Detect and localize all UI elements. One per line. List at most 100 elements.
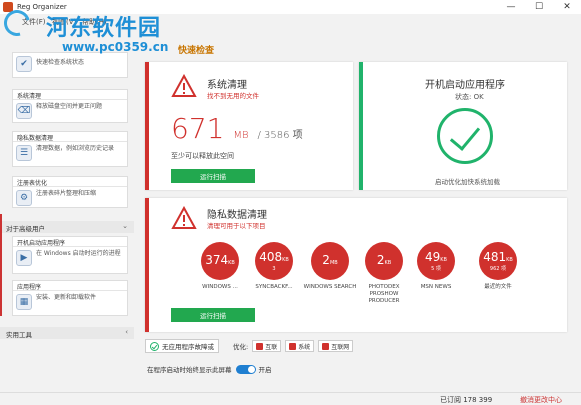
- startup-title: 开机启动应用程序: [425, 80, 505, 91]
- privacy-item-bubble[interactable]: 2MB: [311, 242, 349, 280]
- privacy-item-label: WINDOWS SEARCH: [303, 284, 357, 290]
- card-accent: [145, 198, 149, 332]
- app-status-text: 无应用程序故障或: [162, 343, 214, 351]
- warning-icon: [171, 74, 197, 97]
- show-on-start-toggle[interactable]: [235, 364, 256, 374]
- optimize-chip-connect[interactable]: 互联: [252, 340, 282, 352]
- privacy-item-label: PHOTODEX PROSHOW PRODUCER: [368, 284, 400, 304]
- sidebar-item-startup-apps[interactable]: 开机启动应用程序 ▶ 在 Windows 启动时运行的进程: [12, 236, 128, 274]
- chevron-left-icon: ‹: [125, 328, 128, 336]
- optimize-label: 优化:: [233, 343, 249, 351]
- chip-label: 互联网: [331, 343, 350, 351]
- privacy-item-label: SYNCBACKF...: [255, 284, 293, 290]
- privacy-item-bubble[interactable]: 408KB 3: [255, 242, 293, 280]
- quick-check-icon: ✔: [16, 56, 32, 72]
- sidebar: ✔ 快速检查系统状态 系统清理 ⌫ 释放磁盘空间并更正问题 隐私数据清理 ☰ 清…: [0, 46, 134, 350]
- group-tools[interactable]: 实用工具 ‹: [0, 327, 134, 339]
- undo-center-link[interactable]: 撤消更改中心: [520, 395, 562, 405]
- system-clean-card[interactable]: 系统清理 找不到无用的文件 671 MB / 3586 项 至少可以释放此空间 …: [145, 62, 353, 190]
- system-icon: [289, 342, 297, 350]
- watermark-url: www.pc0359.cn: [62, 40, 169, 54]
- bubble-unit: MB: [329, 259, 338, 266]
- bubble-unit: KB: [440, 256, 447, 263]
- size-value: 671: [171, 112, 225, 145]
- close-button[interactable]: ✕: [553, 0, 581, 14]
- registered-count: 已订阅 178 399: [440, 396, 493, 404]
- sidebar-item-privacy[interactable]: 隐私数据清理 ☰ 清理数据，例如浏览历史记录: [12, 131, 128, 167]
- privacy-item-bubble[interactable]: 2KB: [365, 242, 403, 280]
- privacy-item-bubble[interactable]: 374KB: [201, 242, 239, 280]
- startup-icon: ▶: [16, 250, 32, 266]
- bubble-unit: KB: [506, 256, 513, 263]
- system-clean-subtitle: 找不到无用的文件: [207, 92, 259, 100]
- sidebar-item-quick-check[interactable]: ✔ 快速检查系统状态: [12, 52, 128, 78]
- card-accent: [145, 62, 149, 190]
- check-icon: [150, 341, 159, 351]
- sidebar-item-heading: 系统清理: [13, 90, 127, 100]
- privacy-item-label: 最近的文件: [484, 284, 512, 290]
- bubble-sub: 3: [272, 265, 276, 272]
- sidebar-item-label: 释放磁盘空间并更正问题: [36, 103, 103, 110]
- toggle-state: 开启: [258, 366, 272, 374]
- startup-apps-card[interactable]: 开机启动应用程序 状态: OK 启动优化加快系统加载: [359, 62, 567, 190]
- sidebar-item-applications[interactable]: 应用程序 ▦ 安装、更新和卸载软件: [12, 280, 128, 316]
- sidebar-item-heading: 开机启动应用程序: [13, 237, 127, 247]
- privacy-title: 隐私数据清理: [207, 210, 267, 221]
- window-controls: — ☐ ✕: [497, 0, 581, 14]
- warning-icon: [171, 206, 197, 229]
- registry-icon: ⚙: [16, 190, 32, 206]
- system-clean-size: 671 MB / 3586 项: [171, 112, 303, 145]
- toggle-label: 在程序启动时始终显示此屏幕: [147, 366, 232, 374]
- system-clean-title: 系统清理: [207, 80, 247, 91]
- size-items: / 3586 项: [257, 130, 303, 141]
- privacy-item-label: WINDOWS ...: [202, 284, 238, 290]
- disk-clean-icon: ⌫: [16, 103, 32, 119]
- bubble-value: 408: [259, 249, 283, 264]
- privacy-scan-button[interactable]: 运行扫描: [171, 308, 255, 322]
- chevron-down-icon: ⌄: [122, 222, 128, 230]
- system-clean-desc: 至少可以释放此空间: [171, 152, 234, 160]
- privacy-subtitle: 清理可用于以下项目: [207, 222, 266, 230]
- ok-check-icon: [437, 108, 493, 164]
- app-status-pill[interactable]: 无应用程序故障或: [145, 339, 219, 353]
- bubble-value: 2: [322, 252, 330, 267]
- sidebar-item-registry[interactable]: 注册表优化 ⚙ 注册表碎片整理和压缩: [12, 176, 128, 208]
- bottom-options: 无应用程序故障或 优化: 互联 系统 互联网: [145, 338, 581, 354]
- group-advanced-users[interactable]: 对于高级用户 ⌄: [0, 221, 134, 233]
- chip-label: 系统: [298, 343, 311, 351]
- sidebar-item-heading: 应用程序: [13, 281, 127, 291]
- tab-quick-check[interactable]: 快速检查: [178, 43, 214, 56]
- bubble-value: 49: [425, 249, 441, 264]
- optimize-chip-system[interactable]: 系统: [285, 340, 315, 352]
- system-clean-scan-button[interactable]: 运行扫描: [171, 169, 255, 183]
- sidebar-item-label: 清理数据，例如浏览历史记录: [36, 145, 115, 152]
- privacy-clean-card[interactable]: 隐私数据清理 清理可用于以下项目 374KB WINDOWS ... 408KB…: [145, 198, 567, 332]
- watermark-title: 河东软件园: [46, 16, 162, 41]
- applications-icon: ▦: [16, 294, 32, 310]
- privacy-item-bubble[interactable]: 49KB 5 项: [417, 242, 455, 280]
- size-unit: MB: [233, 130, 249, 141]
- group-accent: [0, 214, 2, 316]
- maximize-button[interactable]: ☐: [525, 0, 553, 14]
- bubble-value: 374: [205, 252, 229, 267]
- card-accent: [359, 62, 363, 190]
- group-heading: 对于高级用户: [6, 225, 45, 233]
- privacy-item-bubble[interactable]: 481KB 962 项: [479, 242, 517, 280]
- chip-label: 互联: [265, 343, 278, 351]
- minimize-button[interactable]: —: [497, 0, 525, 14]
- sidebar-item-label: 快速检查系统状态: [36, 59, 85, 66]
- optimize-chip-internet[interactable]: 互联网: [318, 340, 354, 352]
- sidebar-item-heading: 隐私数据清理: [13, 132, 127, 142]
- bubble-value: 481: [483, 249, 507, 264]
- startup-desc: 启动优化加快系统加载: [435, 178, 500, 186]
- sidebar-item-heading: 注册表优化: [13, 177, 127, 187]
- toggle-knob: [247, 365, 255, 373]
- privacy-icon: ☰: [16, 145, 32, 161]
- startup-status: 状态: OK: [455, 93, 484, 101]
- main-content: 系统清理 找不到无用的文件 671 MB / 3586 项 至少可以释放此空间 …: [145, 56, 581, 366]
- internet-icon: [322, 342, 330, 350]
- sidebar-item-system-clean[interactable]: 系统清理 ⌫ 释放磁盘空间并更正问题: [12, 89, 128, 123]
- bubble-sub: 5 项: [431, 265, 441, 272]
- privacy-item-label: MSN NEWS: [420, 284, 452, 290]
- startup-screen-toggle-row: 在程序启动时始终显示此屏幕 开启: [147, 364, 272, 374]
